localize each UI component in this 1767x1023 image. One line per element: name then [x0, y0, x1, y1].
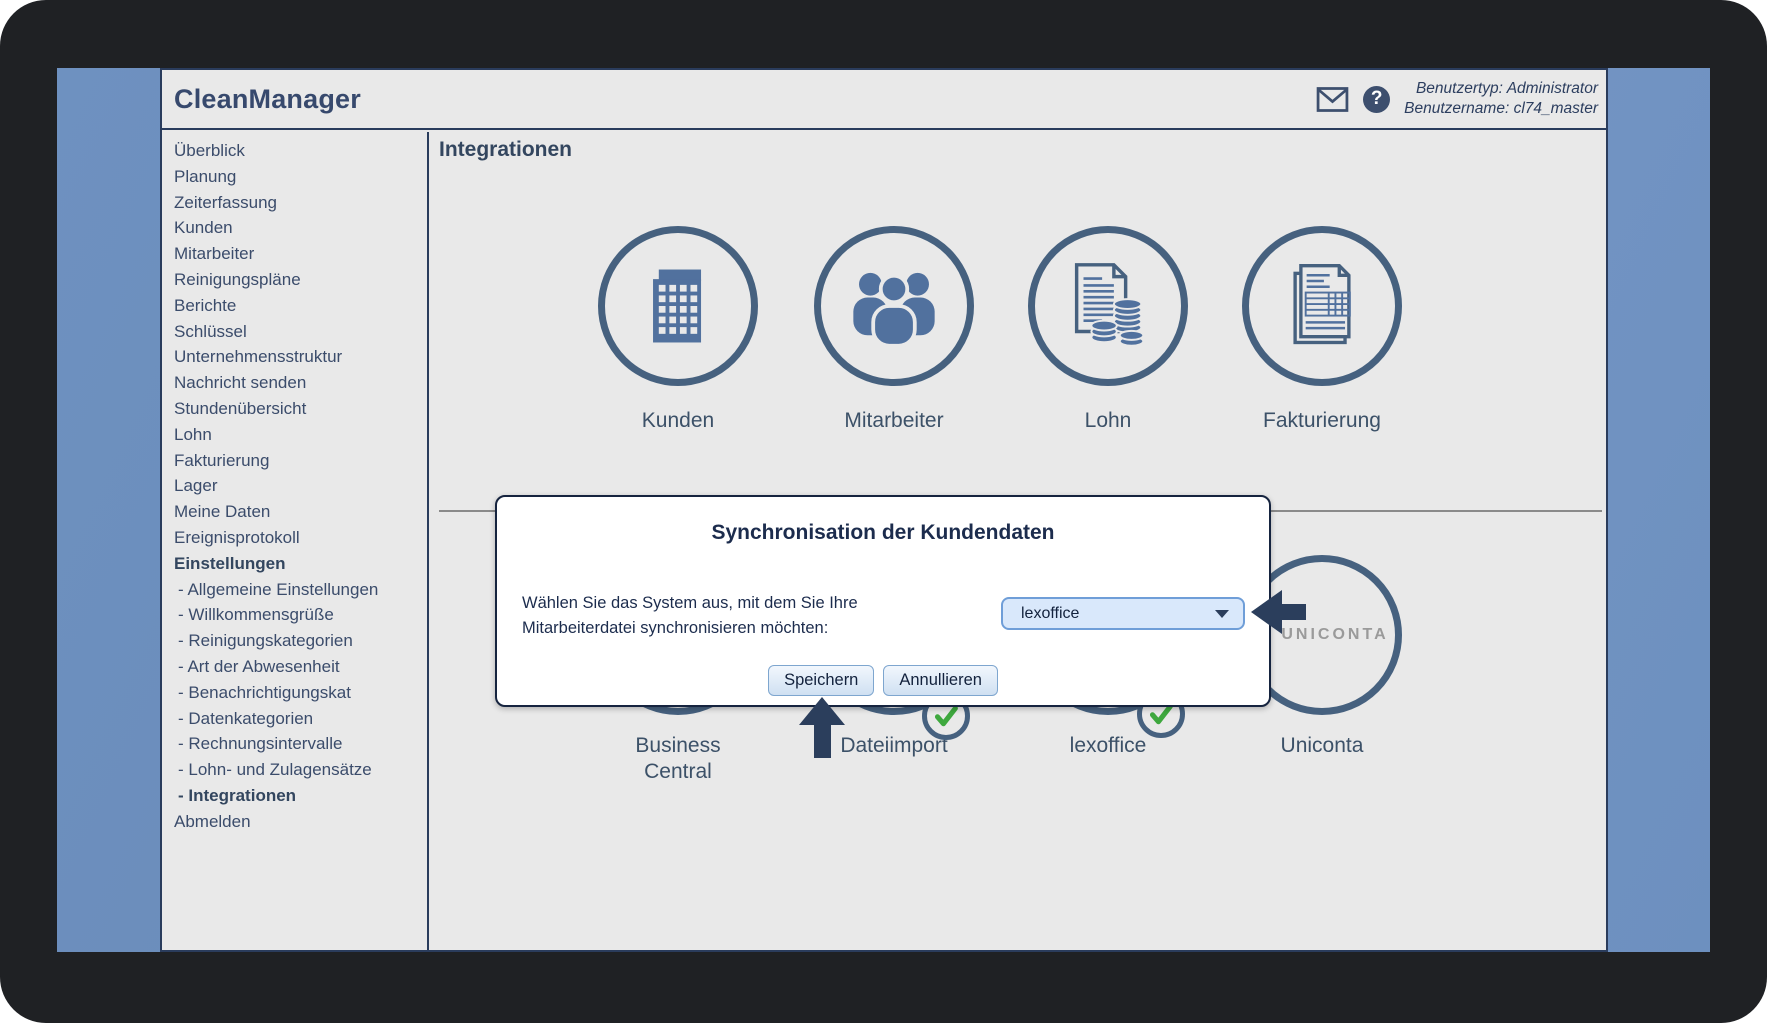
app-header: CleanManager ? Benutzertyp: Administrato… — [162, 70, 1606, 130]
integration-circle-lohn[interactable] — [1028, 226, 1188, 386]
sidebar-item[interactable]: - Willkommensgrüße — [174, 602, 427, 628]
integration-label: Lohn — [1084, 409, 1132, 432]
app-title: CleanManager — [174, 83, 361, 114]
sidebar-item[interactable]: Unternehmensstruktur — [174, 344, 427, 370]
sidebar-item[interactable]: Planung — [174, 164, 427, 190]
payroll-coins-icon — [1074, 263, 1145, 347]
integration-fakturierung: Fakturierung — [1214, 226, 1430, 434]
building-icon — [653, 269, 702, 343]
mail-icon[interactable] — [1316, 86, 1349, 113]
sidebar-item[interactable]: Einstellungen — [174, 551, 427, 577]
integration-label: lexoffice — [1069, 734, 1147, 757]
sidebar-item[interactable]: Nachricht senden — [174, 370, 427, 396]
sidebar-item[interactable]: Meine Daten — [174, 499, 427, 525]
integration-circle-fakturierung[interactable] — [1242, 226, 1402, 386]
sidebar-item[interactable]: - Allgemeine Einstellungen — [174, 577, 427, 603]
integration-label: Fakturierung — [1263, 409, 1381, 432]
save-button[interactable]: Speichern — [768, 665, 875, 696]
sidebar-item[interactable]: Überblick — [174, 138, 427, 164]
cancel-button[interactable]: Annullieren — [883, 665, 998, 696]
integration-label: Business Central — [635, 734, 721, 783]
integration-label: Mitarbeiter — [844, 409, 944, 432]
dialog-body-line1: Wählen Sie das System aus, mit dem Sie I… — [522, 594, 858, 612]
sidebar-item[interactable]: Lohn — [174, 422, 427, 448]
sidebar-item[interactable]: Schlüssel — [174, 319, 427, 345]
invoice-icon — [1293, 264, 1351, 345]
page-title: Integrationen — [439, 138, 573, 161]
integration-label: Kunden — [641, 409, 715, 432]
sync-dialog: Synchronisation der Kundendaten Wählen S… — [495, 495, 1271, 707]
integration-label: Dateiimport — [840, 734, 948, 757]
device-frame: CleanManager ? Benutzertyp: Administrato… — [0, 0, 1767, 1023]
sidebar-item[interactable]: - Datenkategorien — [174, 706, 427, 732]
integration-kunden: Kunden — [570, 226, 786, 434]
sidebar-nav: Überblick Planung Zeiterfassung Kunden Mitar… — [162, 132, 429, 950]
sidebar-item[interactable]: Ereignisprotokoll — [174, 525, 427, 551]
sidebar-item[interactable]: Lager — [174, 473, 427, 499]
user-type-label: Benutzertyp: Administrator — [1415, 80, 1598, 97]
sidebar-item[interactable]: Kunden — [174, 215, 427, 241]
integration-circle-mitarbeiter[interactable] — [814, 226, 974, 386]
user-info: Benutzertyp: Administrator Benutzername:… — [1404, 79, 1598, 119]
dropdown-selected-value: lexoffice — [1021, 604, 1080, 622]
dialog-title: Synchronisation der Kundendaten — [711, 521, 1055, 544]
annotation-arrow-up-icon — [799, 697, 845, 758]
sidebar-item[interactable]: Zeiterfassung — [174, 190, 427, 216]
system-select-dropdown[interactable]: lexoffice — [1001, 597, 1245, 630]
sidebar-item[interactable]: - Art der Abwesenheit — [174, 654, 427, 680]
team-icon — [853, 272, 935, 348]
dialog-body-text: Wählen Sie das System aus, mit dem Sie I… — [522, 591, 858, 641]
sidebar-item[interactable]: Mitarbeiter — [174, 241, 427, 267]
sidebar-item[interactable]: Fakturierung — [174, 448, 427, 474]
sidebar-item[interactable]: Berichte — [174, 293, 427, 319]
user-name-label: Benutzername: cl74_master — [1404, 100, 1598, 117]
sidebar-item[interactable]: - Reinigungskategorien — [174, 628, 427, 654]
header-right: ? Benutzertyp: Administrator Benutzernam… — [1316, 79, 1606, 119]
sidebar-item[interactable]: - Integrationen — [174, 783, 427, 809]
dialog-body-line2: Mitarbeiterdatei synchronisieren möchten… — [522, 619, 829, 637]
sidebar-item[interactable]: Abmelden — [174, 809, 427, 835]
chevron-down-icon — [1215, 609, 1229, 618]
integration-label: Uniconta — [1280, 734, 1364, 757]
sidebar-item[interactable]: Stundenübersicht — [174, 396, 427, 422]
integration-circle-kunden[interactable] — [598, 226, 758, 386]
integration-mitarbeiter: Mitarbeiter — [786, 226, 1002, 434]
dialog-button-row: Speichern Annullieren — [497, 665, 1269, 696]
sidebar-item[interactable]: - Lohn- und Zulagensätze — [174, 757, 427, 783]
integration-lohn: Lohn — [1000, 226, 1216, 434]
sidebar-item[interactable]: Reinigungspläne — [174, 267, 427, 293]
annotation-arrow-left-icon — [1251, 590, 1306, 634]
sidebar-item[interactable]: - Rechnungsintervalle — [174, 731, 427, 757]
sidebar-item[interactable]: - Benachrichtigungskat — [174, 680, 427, 706]
help-icon[interactable]: ? — [1363, 85, 1391, 113]
